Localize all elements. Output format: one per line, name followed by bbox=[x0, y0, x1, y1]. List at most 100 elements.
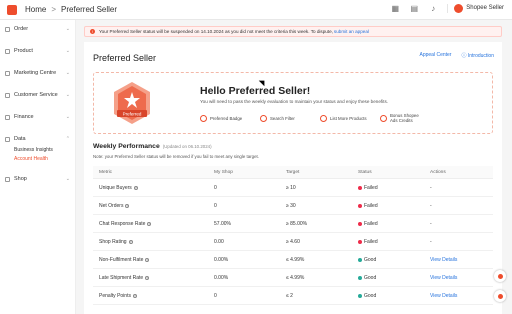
sidebar-item-label: Finance bbox=[14, 114, 34, 120]
view-details-link[interactable]: View Details bbox=[430, 293, 493, 299]
my-shop-cell: 0 bbox=[214, 292, 217, 299]
sidebar-item-shop[interactable]: Shop ⌄ bbox=[0, 173, 75, 185]
appeal-center-link[interactable]: Appeal Center bbox=[420, 52, 452, 59]
avatar bbox=[454, 3, 464, 13]
info-icon[interactable]: ? bbox=[145, 257, 150, 262]
info-icon[interactable]: ? bbox=[132, 293, 137, 298]
info-icon[interactable]: ? bbox=[133, 185, 138, 190]
chevron-down-icon: ⌄ bbox=[65, 26, 70, 32]
table-row: Chat Response Rate? 57.00% ≥ 85.00% Failed - bbox=[93, 215, 493, 233]
sidebar-item-product[interactable]: Product ⌄ bbox=[0, 45, 75, 57]
info-icon[interactable]: ? bbox=[125, 203, 130, 208]
metric-name: Unique Buyers bbox=[99, 184, 132, 191]
header-status: Status bbox=[358, 169, 372, 175]
status-badge: Good bbox=[364, 256, 377, 263]
customer-service-icon bbox=[5, 92, 10, 98]
shop-icon bbox=[5, 176, 10, 182]
action-cell: - bbox=[430, 220, 432, 227]
metric-cell: Shop Rating? bbox=[93, 239, 214, 245]
chevron-down-icon: ⌄ bbox=[65, 176, 70, 182]
status-dot-icon bbox=[358, 185, 362, 190]
sidebar-item-finance[interactable]: Finance ⌄ bbox=[0, 111, 75, 123]
action-cell: - bbox=[430, 202, 432, 209]
sidebar-item-customer-service[interactable]: Customer Service ⌄ bbox=[0, 89, 75, 101]
introduction-link[interactable]: ⓘ Introduction bbox=[461, 52, 494, 59]
table-row: Penalty Points? 0 ≤ 2 Good View Details bbox=[93, 287, 493, 305]
table-row: Non-Fulfilment Rate? 0.00% ≤ 4.99% Good View… bbox=[93, 251, 493, 269]
target-cell: ≥ 4.60 bbox=[286, 238, 300, 245]
weekly-title-text: Weekly Performance bbox=[93, 143, 160, 150]
table-row: Late Shipment Rate? 0.00% ≤ 4.99% Good View … bbox=[93, 269, 493, 287]
benefit-label: Bonus Shopee Ads Credits bbox=[390, 113, 419, 123]
benefit-ads-credits: Bonus Shopee Ads Credits bbox=[380, 113, 424, 123]
breadcrumb-home[interactable]: Home bbox=[25, 5, 46, 14]
data-icon bbox=[5, 136, 10, 142]
status-dot-icon bbox=[358, 257, 362, 262]
chevron-down-icon: ⌄ bbox=[65, 48, 70, 54]
info-icon[interactable]: ? bbox=[145, 275, 150, 280]
status-dot-icon bbox=[358, 275, 362, 280]
sidebar-item-marketing[interactable]: Marketing Centre ⌄ bbox=[0, 67, 75, 79]
header-target: Target bbox=[286, 169, 300, 175]
sidebar-subitem-business-insights[interactable]: Business Insights bbox=[0, 145, 75, 154]
metric-name: Shop Rating bbox=[99, 238, 127, 245]
top-bar: Home > Preferred Seller ▦ ▤ ♪ Shopee Sel… bbox=[0, 0, 512, 20]
chat-icon bbox=[497, 293, 503, 299]
my-shop-cell: 0.00 bbox=[214, 238, 224, 245]
search-icon bbox=[260, 114, 267, 122]
ads-icon bbox=[380, 114, 387, 122]
notification-fab[interactable] bbox=[494, 270, 506, 282]
action-cell: - bbox=[430, 184, 432, 191]
my-shop-cell: 0.00% bbox=[214, 274, 229, 281]
my-shop-cell: 0.00% bbox=[214, 256, 229, 263]
status-badge: Failed bbox=[364, 184, 378, 191]
suspension-alert: ! Your Preferred Seller status will be s… bbox=[84, 26, 502, 37]
info-icon[interactable]: ? bbox=[147, 221, 152, 226]
target-cell: ≥ 85.00% bbox=[286, 220, 308, 227]
metric-name: Non-Fulfilment Rate bbox=[99, 256, 144, 263]
weekly-note: Note: your Preferred Seller status will … bbox=[93, 154, 259, 159]
benefit-list-more-products: List More Products bbox=[320, 113, 380, 123]
my-shop-cell: 0 bbox=[214, 184, 217, 191]
order-icon bbox=[5, 26, 10, 32]
metric-cell: Net Orders? bbox=[93, 203, 214, 209]
info-icon[interactable]: ? bbox=[128, 239, 133, 244]
store-menu[interactable]: Shopee Seller bbox=[447, 3, 504, 13]
bell-icon[interactable]: ♪ bbox=[428, 3, 438, 13]
store-name: Shopee Seller bbox=[466, 5, 504, 11]
sidebar-item-order[interactable]: Order ⌄ bbox=[0, 23, 75, 35]
table-row: Net Orders? 0 ≥ 30 Failed - bbox=[93, 197, 493, 215]
metric-name: Net Orders bbox=[99, 202, 124, 209]
status-badge: Good bbox=[364, 292, 377, 299]
sidebar-item-label: Order bbox=[14, 26, 29, 32]
page-title: Preferred Seller bbox=[93, 53, 157, 63]
chevron-up-icon: ⌃ bbox=[65, 136, 70, 142]
main-card: Preferred Seller Appeal Center ⓘ Introdu… bbox=[84, 42, 502, 314]
status-badge: Failed bbox=[364, 202, 378, 209]
status-cell: Good bbox=[358, 293, 430, 299]
weekly-performance-title: Weekly Performance (Updated on 06.10.2024… bbox=[93, 143, 212, 150]
shopee-logo[interactable] bbox=[7, 4, 17, 15]
action-cell: - bbox=[430, 238, 432, 245]
grid-icon[interactable]: ▦ bbox=[390, 3, 400, 13]
status-cell: Failed bbox=[358, 203, 430, 209]
badge-label: Preferred bbox=[123, 112, 142, 117]
chat-fab[interactable] bbox=[494, 290, 506, 302]
sidebar-item-data[interactable]: Data ⌃ bbox=[0, 133, 75, 145]
sidebar-subitem-account-health[interactable]: Account Health bbox=[0, 154, 75, 163]
performance-table: Metric My Shop Target Status Actions Uni… bbox=[93, 166, 493, 305]
view-details-link[interactable]: View Details bbox=[430, 257, 493, 263]
breadcrumb-current: Preferred Seller bbox=[61, 5, 118, 14]
status-cell: Failed bbox=[358, 221, 430, 227]
warning-icon: ! bbox=[90, 29, 95, 34]
alert-text: Your Preferred Seller status will be sus… bbox=[99, 29, 333, 34]
metric-cell: Late Shipment Rate? bbox=[93, 275, 214, 281]
table-body: Unique Buyers? 0 ≥ 10 Failed - Net Orders? 0 ≥ … bbox=[93, 179, 493, 305]
table-row: Shop Rating? 0.00 ≥ 4.60 Failed - bbox=[93, 233, 493, 251]
metric-name: Chat Response Rate bbox=[99, 220, 146, 227]
status-badge: Good bbox=[364, 274, 377, 281]
appeal-link[interactable]: submit an appeal bbox=[334, 29, 369, 34]
metric-name: Late Shipment Rate bbox=[99, 274, 144, 281]
book-icon[interactable]: ▤ bbox=[409, 3, 419, 13]
view-details-link[interactable]: View Details bbox=[430, 275, 493, 281]
